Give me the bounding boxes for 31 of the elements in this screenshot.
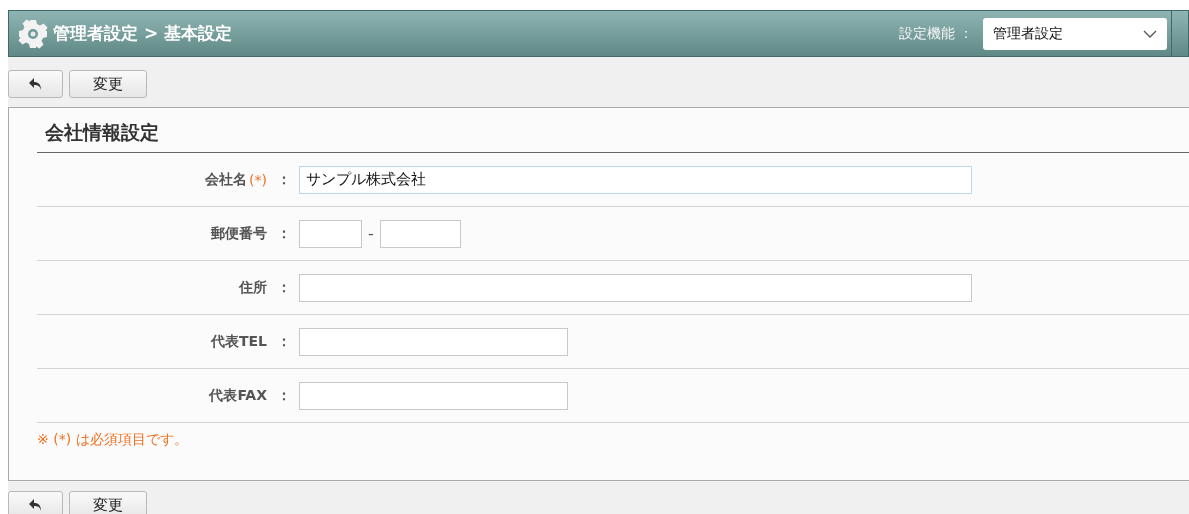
required-mark: (*) bbox=[249, 171, 267, 188]
required-note: ※ (*) は必須項目です。 bbox=[37, 430, 189, 449]
section-title: 会社情報設定 bbox=[37, 108, 1189, 153]
colon: ： bbox=[277, 278, 291, 297]
back-button[interactable] bbox=[8, 70, 63, 98]
colon: ： bbox=[277, 224, 291, 243]
field-label: 住所 bbox=[239, 278, 267, 297]
field-label: 会社名 bbox=[205, 170, 248, 189]
postal-code-field[interactable] bbox=[379, 219, 461, 248]
field-label: 代表TEL bbox=[210, 332, 267, 351]
change-button[interactable]: 変更 bbox=[69, 491, 147, 514]
colon: ： bbox=[277, 170, 291, 189]
change-button[interactable]: 変更 bbox=[69, 70, 147, 98]
input-field[interactable]: サンプル株式会社 bbox=[299, 165, 972, 194]
function-label: 設定機能 ： bbox=[898, 24, 973, 43]
postal-code-field[interactable] bbox=[299, 219, 362, 248]
separator: - bbox=[368, 224, 374, 243]
gear-icon bbox=[17, 17, 49, 50]
back-button[interactable] bbox=[8, 491, 63, 514]
field-label: 郵便番号 bbox=[211, 224, 267, 243]
field-label: 代表FAX bbox=[209, 386, 267, 405]
input-field[interactable] bbox=[299, 273, 972, 302]
page-title: 管理者設定 > 基本設定 bbox=[53, 22, 234, 45]
chevron-down-icon bbox=[1143, 29, 1157, 38]
colon: ： bbox=[277, 386, 291, 405]
input-field[interactable] bbox=[299, 381, 568, 410]
back-arrow-icon bbox=[27, 498, 44, 512]
colon: ： bbox=[277, 332, 291, 351]
back-arrow-icon bbox=[27, 77, 44, 91]
input-field[interactable] bbox=[299, 327, 568, 356]
function-select[interactable]: 管理者設定 bbox=[983, 17, 1167, 50]
